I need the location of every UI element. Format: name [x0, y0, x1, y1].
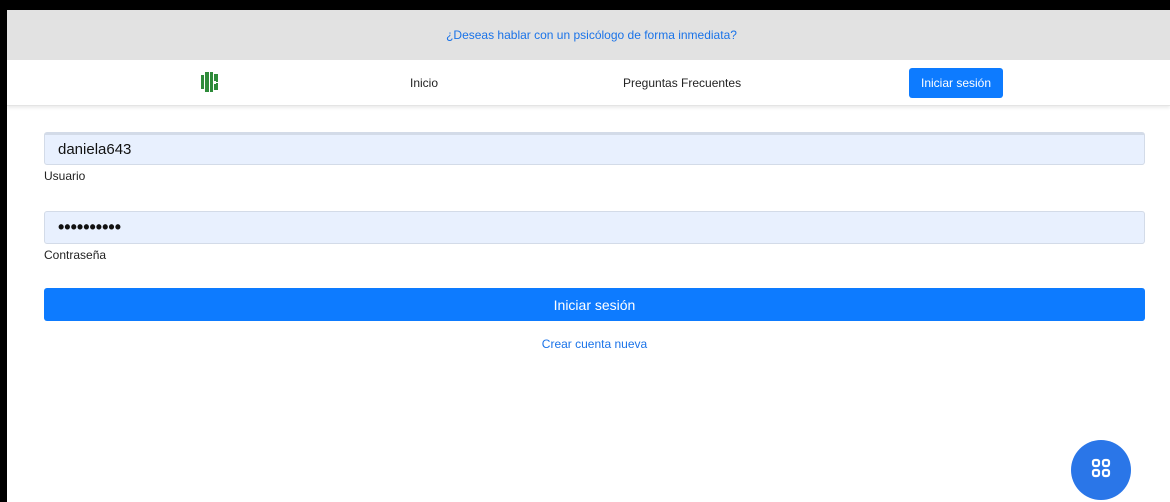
nav-link-faq[interactable]: Preguntas Frecuentes: [623, 60, 741, 105]
login-form: daniela643 Usuario •••••••••• Contraseña…: [44, 132, 1145, 351]
uis-logo-icon[interactable]: [201, 72, 219, 92]
navbar: Inicio Preguntas Frecuentes Iniciar sesi…: [7, 60, 1170, 106]
apps-fab-button[interactable]: [1071, 440, 1131, 500]
login-submit-button[interactable]: Iniciar sesión: [44, 288, 1145, 321]
username-label: Usuario: [44, 169, 86, 183]
username-field[interactable]: daniela643: [44, 132, 1145, 165]
top-banner: ¿Deseas hablar con un psicólogo de forma…: [7, 10, 1170, 60]
urgent-help-link[interactable]: ¿Deseas hablar con un psicólogo de forma…: [446, 28, 737, 42]
password-value: ••••••••••: [58, 217, 122, 237]
create-account-link[interactable]: Crear cuenta nueva: [44, 337, 1145, 351]
password-label: Contraseña: [44, 248, 107, 262]
password-field[interactable]: ••••••••••: [44, 211, 1145, 244]
app-window: ¿Deseas hablar con un psicólogo de forma…: [7, 10, 1170, 502]
nav-login-button[interactable]: Iniciar sesión: [909, 68, 1003, 98]
nav-link-home[interactable]: Inicio: [410, 60, 438, 105]
username-value: daniela643: [58, 141, 132, 158]
grid-apps-icon: [1091, 458, 1111, 483]
